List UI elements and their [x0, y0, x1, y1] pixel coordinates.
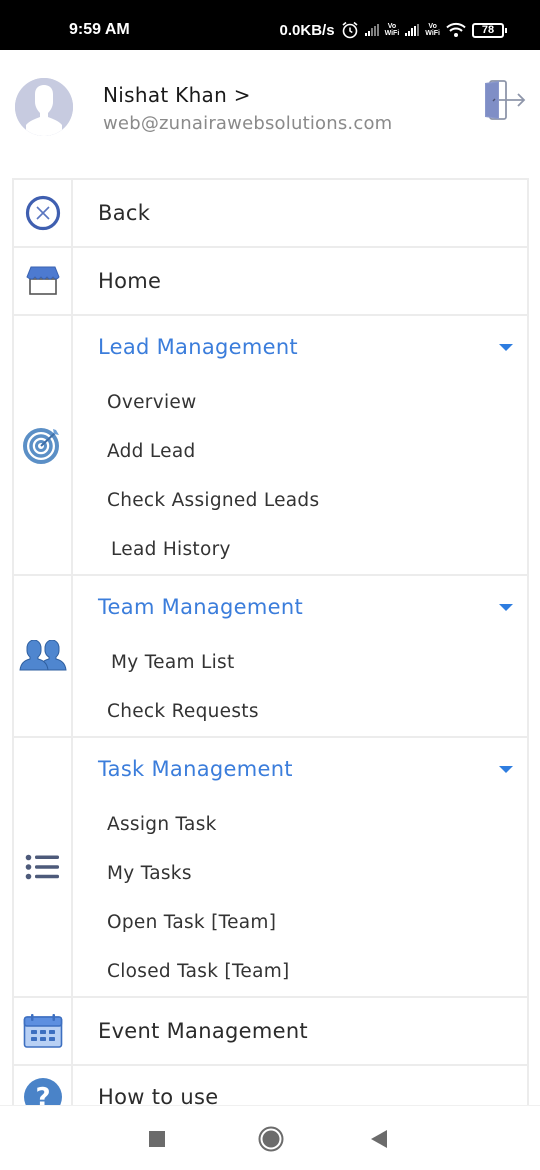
default-user-avatar-icon	[15, 78, 73, 136]
home-label[interactable]: Home	[73, 248, 527, 314]
home-nav-button[interactable]	[258, 1126, 284, 1156]
team-management-label: Team Management	[98, 595, 304, 619]
submenu-item-assign-task[interactable]: Assign Task	[73, 800, 527, 849]
back-nav-button[interactable]	[371, 1130, 387, 1152]
vowifi-bottom: WiFi	[425, 30, 440, 37]
battery-icon: 78	[472, 22, 507, 38]
recent-apps-button[interactable]	[149, 1131, 165, 1151]
status-time: 9:59 AM	[69, 21, 130, 38]
back-label[interactable]: Back	[73, 180, 527, 246]
event-management-label[interactable]: Event Management	[73, 998, 527, 1064]
vowifi-bottom: WiFi	[384, 30, 400, 37]
chevron-down-icon	[499, 603, 513, 611]
submenu-item-check-requests[interactable]: Check Requests	[73, 687, 527, 736]
submenu-item-open-task-team[interactable]: Open Task [Team]	[73, 898, 527, 947]
icon-cell	[14, 738, 73, 996]
wifi-icon	[446, 22, 466, 37]
user-email: web@zunairawebsolutions.com	[103, 113, 393, 134]
submenu-item-add-lead[interactable]: Add Lead	[73, 427, 527, 476]
navigation-menu: Back Home Lead Management Overview Add L…	[12, 178, 529, 1128]
user-name[interactable]: Nishat Khan >	[103, 83, 251, 107]
system-navigation-bar	[0, 1105, 540, 1170]
menu-group-team-management: Team Management My Team List Check Reque…	[12, 576, 529, 738]
icon-cell	[14, 180, 73, 246]
close-circle-icon	[25, 195, 60, 231]
task-management-toggle[interactable]: Task Management	[73, 738, 527, 800]
submenu-item-my-tasks[interactable]: My Tasks	[73, 849, 527, 898]
square-icon	[149, 1131, 165, 1147]
icon-cell	[14, 576, 73, 736]
signal-icon-1	[364, 24, 379, 36]
menu-group-task-management: Task Management Assign Task My Tasks Ope…	[12, 738, 529, 998]
profile-header: Nishat Khan > web@zunairawebsolutions.co…	[0, 50, 540, 175]
lead-management-label: Lead Management	[98, 335, 298, 359]
menu-group-lead-management: Lead Management Overview Add Lead Check …	[12, 316, 529, 576]
net-speed: 0.0KB/s	[279, 21, 335, 39]
icon-cell	[14, 316, 73, 574]
icon-cell	[14, 248, 73, 314]
signal-icon-2	[405, 24, 420, 36]
circle-icon	[258, 1126, 284, 1152]
chevron-down-icon	[499, 343, 513, 351]
logout-button[interactable]	[480, 77, 530, 127]
vowifi-icon-2: Vo WiFi	[425, 23, 440, 37]
menu-item-event-management[interactable]: Event Management	[12, 998, 529, 1066]
status-bar: 9:59 AM 0.0KB/s Vo WiFi Vo WiFi 78	[0, 0, 540, 50]
calendar-icon	[23, 1014, 62, 1048]
submenu-item-check-assigned-leads[interactable]: Check Assigned Leads	[73, 476, 527, 525]
submenu-item-lead-history[interactable]: Lead History	[73, 525, 527, 574]
avatar[interactable]	[15, 78, 73, 136]
submenu-item-my-team-list[interactable]: My Team List	[73, 638, 527, 687]
menu-item-home[interactable]: Home	[12, 248, 529, 316]
vowifi-top: Vo	[428, 23, 437, 30]
submenu-item-overview[interactable]: Overview	[73, 378, 527, 427]
triangle-back-icon	[371, 1130, 387, 1148]
vowifi-top: Vo	[387, 23, 397, 30]
vowifi-icon-1: Vo WiFi	[385, 23, 400, 37]
icon-cell	[14, 998, 73, 1064]
chevron-down-icon	[499, 765, 513, 773]
submenu-item-closed-task-team[interactable]: Closed Task [Team]	[73, 947, 527, 996]
store-icon	[25, 266, 60, 295]
list-icon	[25, 854, 59, 880]
users-icon	[18, 640, 67, 671]
lead-management-toggle[interactable]: Lead Management	[73, 316, 527, 378]
target-icon	[22, 428, 59, 464]
task-management-label: Task Management	[98, 757, 293, 781]
logout-door-icon	[485, 80, 526, 120]
status-icons: 0.0KB/s Vo WiFi Vo WiFi 78	[279, 19, 507, 41]
menu-item-back[interactable]: Back	[12, 180, 529, 248]
team-management-toggle[interactable]: Team Management	[73, 576, 527, 638]
alarm-icon	[342, 21, 358, 39]
